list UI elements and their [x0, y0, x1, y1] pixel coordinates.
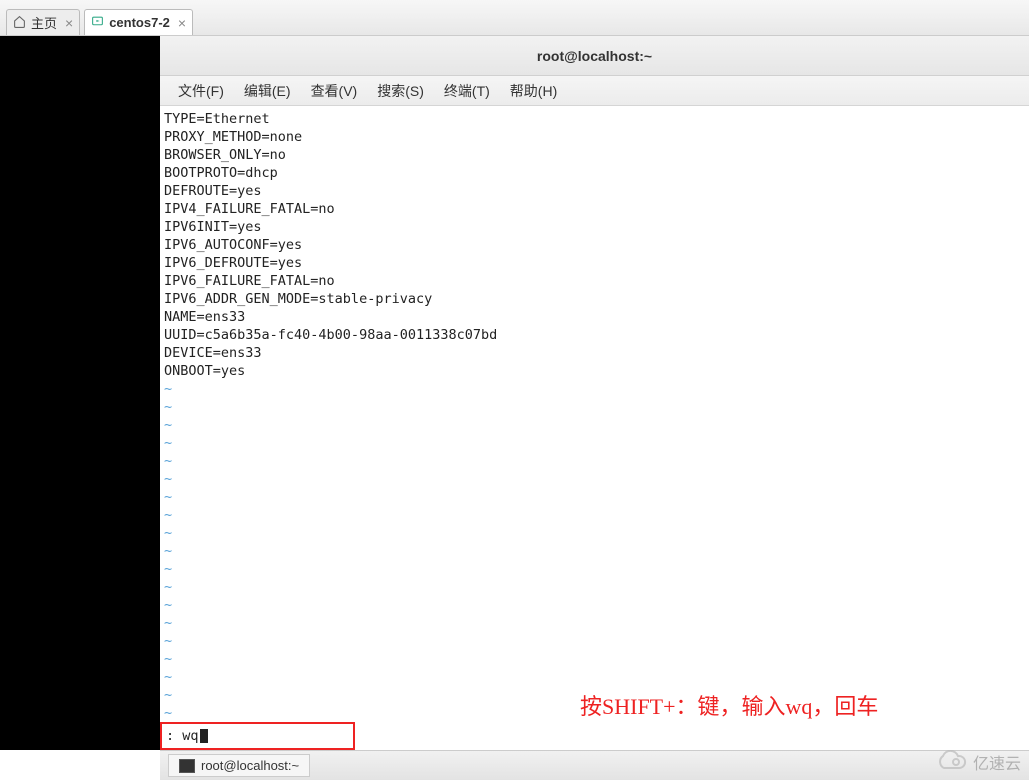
tilde-line: ~	[164, 578, 1025, 596]
menu-search[interactable]: 搜索(S)	[367, 77, 434, 105]
tab-bar: 主页 × centos7-2 ×	[0, 0, 1029, 36]
tilde-line: ~	[164, 524, 1025, 542]
config-line: DEVICE=ens33	[164, 344, 1025, 362]
tab-home-close-icon[interactable]: ×	[65, 15, 73, 31]
config-line: UUID=c5a6b35a-fc40-4b00-98aa-0011338c07b…	[164, 326, 1025, 344]
config-line: IPV6_FAILURE_FATAL=no	[164, 272, 1025, 290]
tab-vm-close-icon[interactable]: ×	[178, 15, 186, 31]
config-line: BROWSER_ONLY=no	[164, 146, 1025, 164]
config-line: TYPE=Ethernet	[164, 110, 1025, 128]
tilde-line: ~	[164, 452, 1025, 470]
menu-view[interactable]: 查看(V)	[301, 77, 368, 105]
menu-file[interactable]: 文件(F)	[168, 77, 234, 105]
menu-help[interactable]: 帮助(H)	[500, 77, 567, 105]
tilde-line: ~	[164, 632, 1025, 650]
tilde-line: ~	[164, 506, 1025, 524]
config-line: IPV4_FAILURE_FATAL=no	[164, 200, 1025, 218]
config-line: ONBOOT=yes	[164, 362, 1025, 380]
vm-icon	[91, 15, 104, 31]
tilde-line: ~	[164, 560, 1025, 578]
tilde-line: ~	[164, 650, 1025, 668]
tab-home-label: 主页	[31, 13, 57, 32]
tilde-line: ~	[164, 416, 1025, 434]
vim-command-text: : wq	[166, 727, 199, 745]
tilde-line: ~	[164, 488, 1025, 506]
main-area: root@localhost:~ 文件(F) 编辑(E) 查看(V) 搜索(S)…	[0, 36, 1029, 750]
cloud-icon	[929, 750, 969, 774]
tilde-line: ~	[164, 614, 1025, 632]
tilde-line: ~	[164, 596, 1025, 614]
tab-vm-label: centos7-2	[109, 15, 170, 30]
tilde-line: ~	[164, 542, 1025, 560]
tilde-line: ~	[164, 434, 1025, 452]
tab-home[interactable]: 主页 ×	[6, 9, 80, 35]
taskbar-terminal-label: root@localhost:~	[201, 758, 299, 773]
home-icon	[13, 15, 26, 31]
menu-edit[interactable]: 编辑(E)	[234, 77, 301, 105]
tilde-line: ~	[164, 470, 1025, 488]
terminal-icon	[179, 759, 195, 773]
menu-bar: 文件(F) 编辑(E) 查看(V) 搜索(S) 终端(T) 帮助(H)	[160, 76, 1029, 106]
config-line: IPV6_ADDR_GEN_MODE=stable-privacy	[164, 290, 1025, 308]
config-line: NAME=ens33	[164, 308, 1025, 326]
terminal[interactable]: TYPE=Ethernet PROXY_METHOD=none BROWSER_…	[160, 106, 1029, 750]
cursor-icon	[200, 729, 208, 743]
menu-terminal[interactable]: 终端(T)	[434, 77, 500, 105]
config-line: IPV6INIT=yes	[164, 218, 1025, 236]
config-line: BOOTPROTO=dhcp	[164, 164, 1025, 182]
config-line: IPV6_AUTOCONF=yes	[164, 236, 1025, 254]
config-line: IPV6_DEFROUTE=yes	[164, 254, 1025, 272]
vim-command-line[interactable]: : wq	[160, 722, 355, 750]
watermark: 亿速云	[929, 750, 1021, 774]
config-line: DEFROUTE=yes	[164, 182, 1025, 200]
vm-content: root@localhost:~ 文件(F) 编辑(E) 查看(V) 搜索(S)…	[160, 36, 1029, 750]
window-title: root@localhost:~	[537, 48, 652, 64]
tilde-line: ~	[164, 398, 1025, 416]
window-title-bar: root@localhost:~	[160, 36, 1029, 76]
taskbar: root@localhost:~	[160, 750, 1029, 780]
tilde-line: ~	[164, 668, 1025, 686]
taskbar-terminal-button[interactable]: root@localhost:~	[168, 754, 310, 777]
annotation-text: 按SHIFT+：键，输入wq，回车	[580, 698, 878, 716]
tab-vm[interactable]: centos7-2 ×	[84, 9, 193, 35]
tilde-line: ~	[164, 380, 1025, 398]
vm-sidebar	[0, 36, 160, 750]
watermark-text: 亿速云	[973, 750, 1021, 774]
config-line: PROXY_METHOD=none	[164, 128, 1025, 146]
